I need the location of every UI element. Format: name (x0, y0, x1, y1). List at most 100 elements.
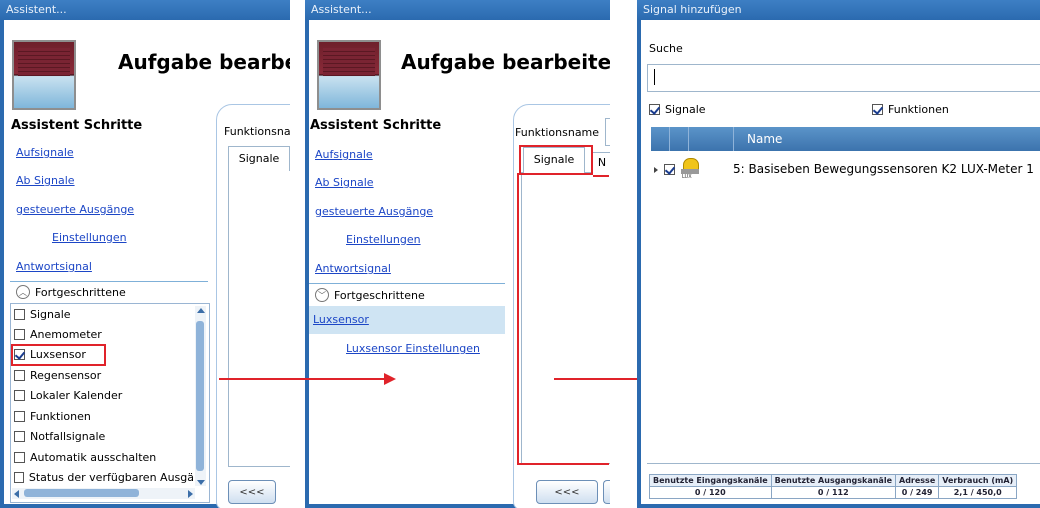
vertical-scrollbar[interactable] (195, 306, 206, 486)
steps-title: Assistent Schritte (310, 118, 442, 133)
checkbox-checked[interactable] (872, 104, 883, 115)
step-link-controlled-outputs[interactable]: gesteuerte Ausgänge (16, 203, 134, 216)
checkbox[interactable] (14, 309, 25, 320)
function-name-field[interactable] (605, 118, 610, 146)
advanced-toggle[interactable]: ﹀ Fortgeschrittene (315, 288, 425, 302)
text-cursor (654, 69, 655, 85)
step-link-controlled-outputs[interactable]: gesteuerte Ausgänge (315, 205, 433, 218)
step-link-response-signal[interactable]: Antwortsignal (16, 260, 92, 273)
checkbox-checked[interactable] (649, 104, 660, 115)
checkbox[interactable] (14, 431, 25, 442)
window-blind-icon (12, 40, 76, 110)
list-item-emergency-signals[interactable]: Notfallsignale (14, 428, 105, 445)
arrow-right-icon (384, 373, 396, 385)
scroll-right-icon[interactable] (188, 490, 193, 498)
connector-line-bottom (519, 463, 609, 465)
signal-grid-header: Name (651, 127, 1040, 151)
list-item-signals[interactable]: Signale (14, 306, 71, 323)
header-cell (670, 127, 689, 151)
status-value-input-channels: 0 / 120 (649, 486, 772, 499)
table-row[interactable]: LUX 5: Basiseben Bewegungssensoren K2 LU… (651, 151, 1040, 191)
search-input[interactable] (647, 64, 1040, 92)
highlight-box-signals-tab (519, 145, 593, 175)
function-name-label: Funktionsname (515, 126, 600, 139)
assistant-window-2: Assistent... Aufgabe bearbeite Assistent… (305, 0, 610, 508)
step-link-luxsensor[interactable]: Luxsensor (313, 313, 369, 326)
list-item-label: Anemometer (30, 328, 102, 341)
search-label: Suche (649, 42, 683, 55)
lux-badge: LUX (682, 174, 692, 180)
filter-signals-label: Signale (665, 103, 706, 116)
status-header-address: Adresse (894, 474, 940, 487)
tab-signals[interactable]: Signale (228, 146, 290, 171)
scroll-up-icon[interactable] (197, 308, 205, 313)
function-name-label: Funktionsna (224, 125, 290, 138)
steps-title: Assistent Schritte (11, 118, 143, 133)
chevron-up-icon: ︿ (16, 285, 30, 299)
step-link-luxsensor-settings[interactable]: Luxsensor Einstellungen (346, 342, 480, 355)
filter-signals[interactable]: Signale (649, 101, 706, 118)
list-item-functions[interactable]: Funktionen (14, 408, 91, 425)
expand-icon[interactable] (654, 167, 658, 173)
step-link-up-signals[interactable]: Aufsignale (315, 148, 373, 161)
advanced-label: Fortgeschrittene (35, 285, 126, 299)
header-cell (651, 127, 670, 151)
list-item-anemometer[interactable]: Anemometer (14, 326, 102, 343)
divider (309, 283, 505, 284)
horizontal-scrollbar[interactable] (12, 488, 195, 499)
list-item-local-calendar[interactable]: Lokaler Kalender (14, 387, 122, 404)
window-title-bar: Assistent... (0, 0, 290, 20)
scroll-thumb-h[interactable] (24, 489, 139, 497)
status-header-output-channels: Benutzte Ausgangskanäle (770, 474, 897, 487)
divider (10, 281, 208, 282)
checkbox[interactable] (14, 472, 24, 483)
grid-bottom-divider (647, 463, 1040, 464)
window-title-bar: Assistent... (305, 0, 610, 20)
step-link-response-signal[interactable]: Antwortsignal (315, 262, 391, 275)
next-button[interactable] (603, 480, 610, 504)
status-value-consumption: 2,1 / 450,0 (938, 486, 1018, 499)
step-link-down-signals[interactable]: Ab Signale (315, 176, 374, 189)
checkbox[interactable] (14, 452, 25, 463)
task-title: Aufgabe bearbeite (401, 50, 610, 74)
list-item-label: Funktionen (30, 410, 91, 423)
list-item-label: Regensensor (30, 369, 102, 382)
filter-functions[interactable]: Funktionen (872, 101, 949, 118)
scroll-thumb[interactable] (196, 321, 204, 471)
window-blind-icon (317, 40, 381, 110)
list-item-label: Status der verfügbaren Ausgä (28, 471, 194, 484)
tab-second[interactable]: N (591, 152, 610, 173)
checkbox[interactable] (14, 370, 25, 381)
step-link-settings[interactable]: Einstellungen (52, 231, 127, 244)
checkbox[interactable] (14, 390, 25, 401)
header-cell (689, 127, 734, 151)
status-header-input-channels: Benutzte Eingangskanäle (649, 474, 772, 487)
list-item-disable-automatic[interactable]: Automatik ausschalten (14, 449, 156, 466)
scroll-left-icon[interactable] (14, 490, 19, 498)
checkbox[interactable] (14, 411, 25, 422)
advanced-toggle[interactable]: ︿ Fortgeschrittene (16, 285, 126, 299)
list-item-output-status[interactable]: Status der verfügbaren Ausgä (14, 469, 194, 486)
list-item-rain-sensor[interactable]: Regensensor (14, 367, 101, 384)
row-checkbox[interactable] (664, 164, 675, 175)
signals-tab-content (228, 170, 290, 467)
step-link-up-signals[interactable]: Aufsignale (16, 146, 74, 159)
row-name: 5: Basiseben Bewegungssensoren K2 LUX-Me… (733, 162, 1034, 176)
column-name-header[interactable]: Name (747, 132, 782, 146)
list-item-label: Lokaler Kalender (30, 389, 123, 402)
step-link-settings[interactable]: Einstellungen (346, 233, 421, 246)
checkbox[interactable] (14, 329, 25, 340)
back-button[interactable]: <<< (228, 480, 276, 504)
filter-functions-label: Funktionen (888, 103, 949, 116)
highlight-box-luxsensor (11, 344, 106, 366)
arrow-1-line (219, 378, 384, 380)
assistant-window-1: Assistent... Aufgabe bearbe Assistent Sc… (0, 0, 290, 508)
lux-sensor-icon: LUX (681, 158, 699, 180)
advanced-label: Fortgeschrittene (334, 288, 425, 302)
connector-line-top (593, 175, 609, 177)
scroll-down-icon[interactable] (197, 480, 205, 485)
highlight-box-signals-area (517, 173, 609, 465)
step-link-down-signals[interactable]: Ab Signale (16, 174, 75, 187)
list-item-label: Automatik ausschalten (30, 451, 157, 464)
back-button[interactable]: <<< (536, 480, 598, 504)
